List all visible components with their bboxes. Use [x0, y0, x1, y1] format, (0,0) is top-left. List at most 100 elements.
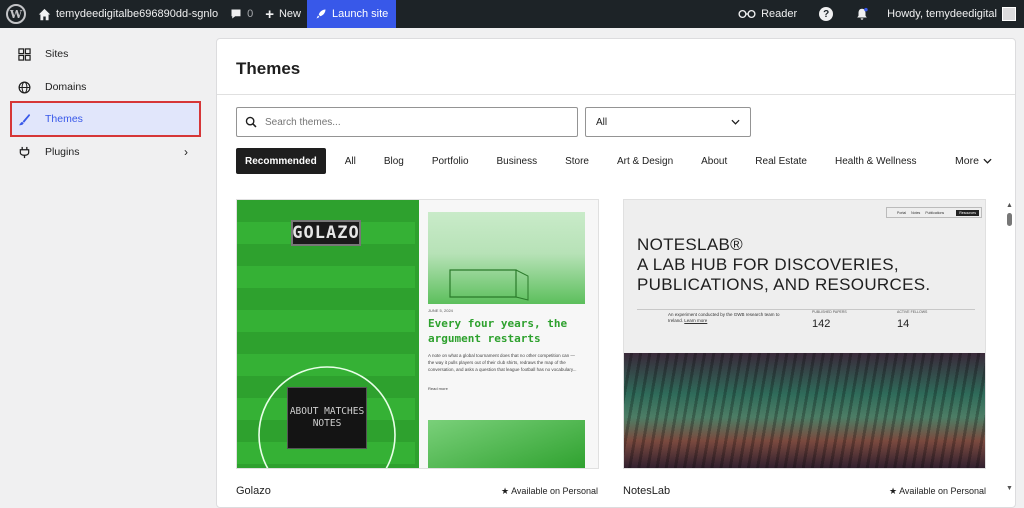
- noteslab-preview-image: [624, 353, 985, 468]
- tab-health-wellness[interactable]: Health & Wellness: [826, 148, 926, 174]
- nav-item: Publications: [925, 210, 945, 215]
- article-excerpt: A note on what a global tournament does …: [428, 353, 577, 372]
- sidebar-item-themes[interactable]: Themes: [10, 101, 201, 137]
- grid-icon: [18, 47, 31, 61]
- bell-icon: [857, 7, 868, 20]
- tab-blog[interactable]: Blog: [375, 148, 413, 174]
- sidebar-item-domains[interactable]: Domains: [12, 70, 200, 104]
- home-icon: [38, 8, 51, 20]
- comment-icon: [231, 9, 241, 19]
- stat-label: ACTIVE FELLOWS: [897, 310, 928, 314]
- theme-card-golazo[interactable]: GOLAZO ABOUT MATCHES NOTES JUNE 5, 2024 …: [236, 199, 599, 469]
- tab-all[interactable]: All: [336, 148, 365, 174]
- theme-name-golazo[interactable]: Golazo: [236, 485, 271, 497]
- site-name-link[interactable]: temydeedigitalbe696890dd-sgnlo: [32, 0, 224, 28]
- goal-image: [428, 212, 585, 304]
- chevron-right-icon: ›: [184, 145, 188, 159]
- page-title: Themes: [236, 59, 301, 78]
- scrollbar-thumb[interactable]: [1007, 213, 1012, 226]
- sidebar-item-label: Sites: [45, 48, 69, 60]
- noteslab-nav: Portal Notes Publications Resources: [886, 207, 982, 218]
- category-select-value: All: [596, 116, 608, 128]
- description-link: Learn more: [684, 318, 708, 323]
- comments-count: 0: [247, 8, 254, 20]
- star-icon: ★: [889, 486, 898, 496]
- notifications-button[interactable]: [849, 0, 875, 28]
- nav-button: Resources: [956, 209, 979, 216]
- tab-store[interactable]: Store: [556, 148, 598, 174]
- tab-portfolio[interactable]: Portfolio: [423, 148, 478, 174]
- scrollbar[interactable]: ▲ ▼: [1004, 200, 1014, 500]
- plug-icon: [19, 146, 30, 158]
- avatar: [1002, 7, 1016, 21]
- noteslab-title: NOTESLAB® A LAB HUB FOR DISCOVERIES, PUB…: [637, 235, 930, 295]
- sidebar-item-label: Plugins: [45, 146, 80, 158]
- golazo-preview-field: GOLAZO ABOUT MATCHES NOTES: [237, 200, 416, 468]
- availability-label: Available on Personal: [899, 486, 986, 496]
- tab-art-design[interactable]: Art & Design: [608, 148, 682, 174]
- tab-real-estate[interactable]: Real Estate: [746, 148, 816, 174]
- header-divider: [217, 94, 1015, 95]
- brush-icon: [18, 113, 31, 125]
- launch-site-button[interactable]: Launch site: [306, 0, 397, 28]
- admin-bar: W temydeedigitalbe696890dd-sgnlo 0 + New…: [0, 0, 1024, 28]
- scroll-up-arrow-icon[interactable]: ▲: [1006, 202, 1013, 209]
- reader-link[interactable]: Reader: [732, 0, 803, 28]
- chevron-down-icon: [731, 119, 740, 125]
- search-box[interactable]: [236, 107, 578, 137]
- sidebar-item-sites[interactable]: Sites: [12, 37, 200, 71]
- availability-badge-noteslab: ★ Available on Personal: [889, 486, 986, 497]
- launch-label: Launch site: [331, 8, 389, 20]
- golazo-accent-stripe: [415, 200, 419, 468]
- star-icon: ★: [501, 486, 510, 496]
- stat-label: PUBLISHED PAPERS: [812, 310, 847, 314]
- sidebar-item-label: Themes: [45, 113, 83, 125]
- noteslab-description: An experiment conducted by the GWB resea…: [668, 312, 788, 324]
- search-input[interactable]: [265, 116, 555, 128]
- chevron-down-icon: [983, 158, 992, 164]
- category-tabs: Recommended All Blog Portfolio Business …: [236, 148, 936, 174]
- globe-icon: [18, 81, 31, 93]
- golazo-menu-box: ABOUT MATCHES NOTES: [287, 387, 367, 449]
- goal-net-drawing: [449, 269, 529, 301]
- tab-about[interactable]: About: [692, 148, 736, 174]
- more-label: More: [955, 155, 979, 167]
- nav-item: Portal: [897, 210, 907, 215]
- theme-name-noteslab[interactable]: NotesLab: [623, 485, 670, 497]
- stat-value: 14: [897, 318, 910, 330]
- title-line: A LAB HUB FOR DISCOVERIES,: [637, 255, 899, 274]
- article-headline: Every four years, the argument restarts: [428, 317, 568, 345]
- scroll-down-arrow-icon[interactable]: ▼: [1006, 485, 1013, 492]
- title-line: PUBLICATIONS, AND RESOURCES.: [637, 275, 931, 294]
- article-image-2: [428, 420, 585, 468]
- plus-icon: +: [265, 5, 274, 23]
- search-icon: [245, 116, 257, 128]
- more-categories-button[interactable]: More: [955, 148, 992, 174]
- article-date: JUNE 5, 2024: [428, 308, 453, 313]
- rocket-icon: [316, 9, 326, 19]
- howdy-label: Howdy, temydeedigital: [887, 8, 997, 20]
- site-name: temydeedigitalbe696890dd-sgnlo: [56, 8, 219, 20]
- tab-recommended[interactable]: Recommended: [236, 148, 326, 174]
- availability-label: Available on Personal: [511, 486, 598, 496]
- golazo-preview-article: JUNE 5, 2024 Every four years, the argum…: [416, 200, 598, 468]
- comments-link[interactable]: 0: [224, 0, 259, 28]
- wordpress-icon: W: [6, 4, 26, 24]
- golazo-logo: GOLAZO: [291, 220, 361, 246]
- theme-card-noteslab[interactable]: Portal Notes Publications Resources NOTE…: [623, 199, 986, 469]
- sidebar-item-label: Domains: [45, 81, 87, 93]
- nav-item: Notes: [911, 210, 921, 215]
- sidebar: Sites Domains Themes Plugins ›: [0, 28, 210, 503]
- wordpress-logo-button[interactable]: W: [0, 0, 32, 28]
- noteslab-preview-header: Portal Notes Publications Resources NOTE…: [624, 200, 985, 353]
- themes-panel: Themes All Recommended All Blog Portfoli…: [216, 38, 1016, 508]
- help-button[interactable]: ?: [813, 0, 839, 28]
- tab-business[interactable]: Business: [488, 148, 547, 174]
- reader-glasses-icon: [738, 9, 756, 19]
- account-menu[interactable]: Howdy, temydeedigital: [881, 0, 1022, 28]
- category-select[interactable]: All: [585, 107, 751, 137]
- stat-value: 142: [812, 318, 831, 330]
- sidebar-item-plugins[interactable]: Plugins ›: [12, 135, 200, 169]
- reader-label: Reader: [761, 8, 798, 20]
- new-content-button[interactable]: + New: [259, 0, 307, 28]
